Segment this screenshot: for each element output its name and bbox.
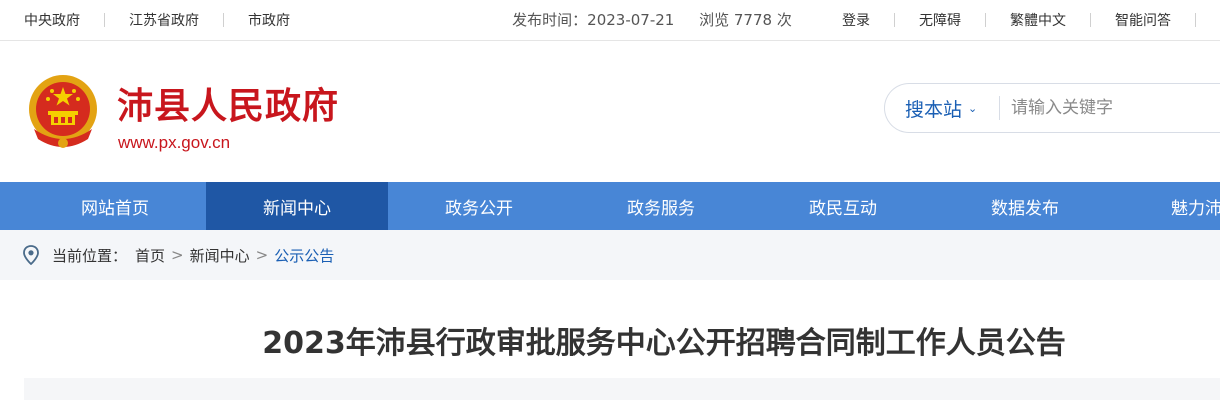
breadcrumb-home[interactable]: 首页 — [135, 245, 165, 266]
main-nav: 网站首页 新闻中心 政务公开 政务服务 政民互动 数据发布 魅力沛 — [0, 182, 1220, 230]
site-title[interactable]: 沛县人民政府 — [117, 77, 339, 129]
view-count: 浏览 7778 次 — [699, 11, 792, 29]
location-pin-icon — [23, 245, 39, 265]
article-meta-bar — [24, 378, 1220, 400]
nav-item-data-release[interactable]: 数据发布 — [934, 182, 1116, 230]
nav-item-home[interactable]: 网站首页 — [24, 182, 206, 230]
nav-item-gov-affairs-open[interactable]: 政务公开 — [388, 182, 570, 230]
search-scope-dropdown[interactable]: 搜本站 ⌄ — [905, 84, 977, 132]
nav-item-news-center[interactable]: 新闻中心 — [206, 182, 388, 230]
chevron-down-icon: ⌄ — [968, 101, 978, 115]
breadcrumb-separator-icon: > — [171, 246, 184, 264]
site-url: www.px.gov.cn — [118, 133, 231, 152]
search-scope-label: 搜本站 — [905, 98, 963, 121]
national-emblem-icon — [29, 75, 97, 148]
divider — [999, 96, 1000, 120]
search-box: 搜本站 ⌄ — [884, 83, 1220, 133]
nav-item-charm[interactable]: 魅力沛 — [1116, 182, 1220, 230]
breadcrumb-notices[interactable]: 公示公告 — [274, 245, 334, 266]
search-input[interactable] — [1011, 90, 1220, 126]
breadcrumb-separator-icon: > — [255, 246, 269, 264]
publish-date: 发布时间：2023-07-21 — [512, 11, 675, 29]
breadcrumb: 当前位置： 首页 > 新闻中心 > 公示公告 — [0, 230, 1220, 280]
breadcrumb-news-center[interactable]: 新闻中心 — [190, 245, 250, 266]
breadcrumb-prefix: 当前位置： — [52, 246, 128, 265]
article-title: 2023年沛县行政审批服务中心公开招聘合同制工作人员公告 — [262, 326, 1066, 361]
article-meta: 发布时间：2023-07-21 浏览 7778 次 — [0, 9, 1220, 30]
nav-item-gov-services[interactable]: 政务服务 — [570, 182, 752, 230]
site-header: 沛县人民政府 www.px.gov.cn 搜本站 ⌄ — [0, 41, 1220, 182]
nav-item-interaction[interactable]: 政民互动 — [752, 182, 934, 230]
